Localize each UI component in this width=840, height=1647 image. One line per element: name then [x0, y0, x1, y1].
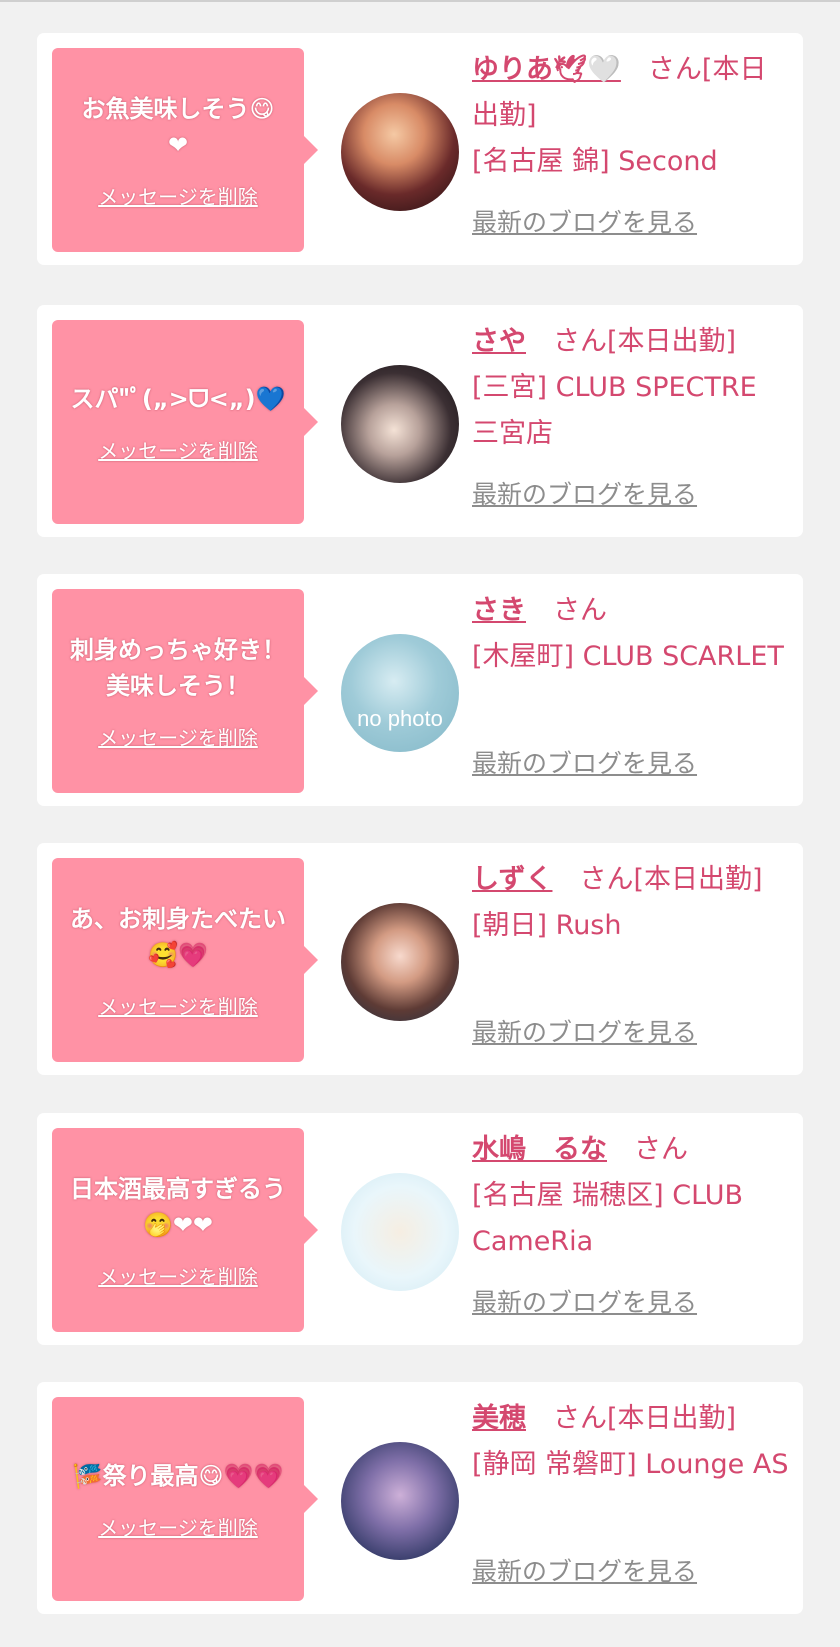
shop-name: [名古屋 錦] Second — [472, 146, 718, 177]
avatar[interactable] — [341, 1442, 459, 1560]
top-divider — [0, 0, 840, 2]
cast-info: ゆりあ🕊🤍 さん[本日出勤] [名古屋 錦] Second — [472, 47, 790, 185]
avatar[interactable] — [341, 365, 459, 483]
delete-message-link[interactable]: メッセージを削除 — [98, 722, 258, 751]
message-text: お魚美味しそう😋 ❤ — [81, 94, 275, 159]
cast-status: さん[本日出勤] — [552, 864, 763, 895]
message-card: 🎏祭り最高😋💗💗 メッセージを削除 美穂 さん[本日出勤] [静岡 常磐町] L… — [37, 1382, 803, 1614]
message-card: スパ"ﾟ(„>ᗜ<„)💙 メッセージを削除 さや さん[本日出勤] [三宮] C… — [37, 305, 803, 537]
shop-name: [三宮] CLUB SPECTRE 三宮店 — [472, 372, 757, 449]
message-bubble: 日本酒最高すぎるう🤭❤❤ メッセージを削除 — [52, 1128, 318, 1332]
shop-name: [木屋町] CLUB SCARLET — [472, 641, 784, 672]
latest-blog-link[interactable]: 最新のブログを見る — [472, 203, 697, 239]
delete-message-link[interactable]: メッセージを削除 — [98, 1512, 258, 1541]
cast-name-link[interactable]: しずく — [472, 864, 552, 895]
message-text: スパ"ﾟ(„>ᗜ<„)💙 — [70, 384, 286, 413]
message-card: お魚美味しそう😋 ❤ メッセージを削除 ゆりあ🕊🤍 さん[本日出勤] [名古屋 … — [37, 33, 803, 265]
cast-info: しずく さん[本日出勤] [朝日] Rush — [472, 857, 790, 949]
avatar[interactable] — [341, 1173, 459, 1291]
cast-name-link[interactable]: さや — [472, 326, 526, 357]
cast-info: 美穂 さん[本日出勤] [静岡 常磐町] Lounge AS — [472, 1396, 790, 1488]
message-bubble: お魚美味しそう😋 ❤ メッセージを削除 — [52, 48, 318, 252]
latest-blog-link[interactable]: 最新のブログを見る — [472, 1552, 697, 1588]
cast-name-link[interactable]: 美穂 — [472, 1403, 526, 1434]
cast-name-link[interactable]: ゆりあ🕊🤍 — [472, 54, 621, 85]
cast-info: さき さん [木屋町] CLUB SCARLET — [472, 588, 790, 680]
message-text: 日本酒最高すぎるう🤭❤❤ — [70, 1174, 286, 1239]
avatar[interactable] — [341, 903, 459, 1021]
cast-info: 水嶋 るな さん [名古屋 瑞穂区] CLUB CameRia — [472, 1127, 790, 1265]
message-card: 刺身めっちゃ好き！美味しそう！ メッセージを削除 no photo さき さん … — [37, 574, 803, 806]
latest-blog-link[interactable]: 最新のブログを見る — [472, 744, 697, 780]
shop-name: [朝日] Rush — [472, 910, 622, 941]
delete-message-link[interactable]: メッセージを削除 — [98, 991, 258, 1020]
shop-name: [静岡 常磐町] Lounge AS — [472, 1449, 789, 1480]
message-card: あ、お刺身たべたい🥰💗 メッセージを削除 しずく さん[本日出勤] [朝日] R… — [37, 843, 803, 1075]
latest-blog-link[interactable]: 最新のブログを見る — [472, 1013, 697, 1049]
message-text: 刺身めっちゃ好き！美味しそう！ — [70, 635, 286, 700]
message-card: 日本酒最高すぎるう🤭❤❤ メッセージを削除 水嶋 るな さん [名古屋 瑞穂区]… — [37, 1113, 803, 1345]
latest-blog-link[interactable]: 最新のブログを見る — [472, 475, 697, 511]
delete-message-link[interactable]: メッセージを削除 — [98, 181, 258, 210]
message-text: 🎏祭り最高😋💗💗 — [72, 1461, 284, 1490]
cast-status: さん — [607, 1134, 688, 1165]
cast-status: さん[本日出勤] — [526, 1403, 737, 1434]
message-bubble: 刺身めっちゃ好き！美味しそう！ メッセージを削除 — [52, 589, 318, 793]
no-photo-label: no photo — [357, 706, 443, 731]
cast-info: さや さん[本日出勤] [三宮] CLUB SPECTRE 三宮店 — [472, 319, 790, 457]
message-text: あ、お刺身たべたい🥰💗 — [70, 904, 286, 969]
message-bubble: スパ"ﾟ(„>ᗜ<„)💙 メッセージを削除 — [52, 320, 318, 524]
avatar[interactable] — [341, 93, 459, 211]
delete-message-link[interactable]: メッセージを削除 — [98, 1261, 258, 1290]
cast-status: さん — [526, 595, 607, 626]
latest-blog-link[interactable]: 最新のブログを見る — [472, 1283, 697, 1319]
avatar[interactable]: no photo — [341, 634, 459, 752]
cast-name-link[interactable]: 水嶋 るな — [472, 1134, 607, 1165]
shop-name: [名古屋 瑞穂区] CLUB CameRia — [472, 1180, 744, 1257]
message-bubble: 🎏祭り最高😋💗💗 メッセージを削除 — [52, 1397, 318, 1601]
cast-status: さん[本日出勤] — [526, 326, 737, 357]
delete-message-link[interactable]: メッセージを削除 — [98, 435, 258, 464]
cast-name-link[interactable]: さき — [472, 595, 526, 626]
message-bubble: あ、お刺身たべたい🥰💗 メッセージを削除 — [52, 858, 318, 1062]
